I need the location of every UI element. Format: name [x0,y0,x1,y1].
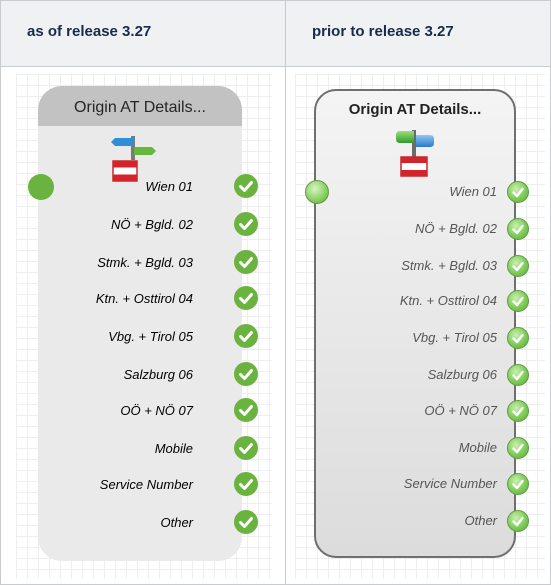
check-icon[interactable] [507,181,529,203]
check-icon[interactable] [234,398,258,422]
signpost-flag-icon [111,136,156,182]
check-icon[interactable] [234,472,258,496]
output-label: NÖ + Bgld. 02 [414,221,497,236]
input-port[interactable] [305,180,329,204]
check-icon[interactable] [507,437,529,459]
node-title: Origin AT Details... [348,101,482,118]
output-label: Wien 01 [145,179,193,194]
check-icon[interactable] [507,364,529,386]
input-port[interactable] [28,174,54,200]
check-icon[interactable] [507,400,529,422]
output-label: Ktn. + Osttirol 04 [95,291,193,306]
output-label: Vbg. + Tirol 05 [412,330,497,345]
output-label: Stmk. + Bgld. 03 [401,258,497,273]
check-icon[interactable] [507,473,529,495]
node-title: Origin AT Details... [38,86,242,126]
output-label: Mobile [458,440,497,455]
output-label: NÖ + Bgld. 02 [110,217,193,232]
output-label: Mobile [154,441,193,456]
node-old[interactable]: Origin AT Details... Wien 01 NÖ + Bgld. … [314,89,516,558]
check-icon[interactable] [234,212,258,236]
check-icon[interactable] [234,286,258,310]
output-label: OÖ + NÖ 07 [120,403,193,418]
output-label: Other [464,513,497,528]
column-header-new-label: as of release 3.27 [27,23,152,40]
check-icon[interactable] [507,218,529,240]
check-icon[interactable] [234,174,258,198]
column-header-new: as of release 3.27 [0,0,286,67]
output-label: OÖ + NÖ 07 [424,403,497,418]
output-label: Ktn. + Osttirol 04 [399,293,497,308]
check-icon[interactable] [234,250,258,274]
check-icon[interactable] [234,362,258,386]
output-label: Salzburg 06 [427,367,497,382]
output-label: Service Number [403,476,497,491]
output-label: Salzburg 06 [123,367,193,382]
check-icon[interactable] [507,510,529,532]
check-icon[interactable] [234,324,258,348]
output-label: Service Number [99,477,193,492]
output-label: Stmk. + Bgld. 03 [97,255,193,270]
node-new[interactable]: Origin AT Details... Wien 01 NÖ + Bgld. … [38,86,242,561]
column-header-old: prior to release 3.27 [285,0,551,67]
output-label: Other [160,515,193,530]
output-label: Wien 01 [449,184,497,199]
check-icon[interactable] [507,255,529,277]
check-icon[interactable] [234,436,258,460]
signpost-flag-icon [396,130,434,177]
check-icon[interactable] [234,510,258,534]
check-icon[interactable] [507,290,529,312]
output-label: Vbg. + Tirol 05 [108,329,193,344]
check-icon[interactable] [507,327,529,349]
column-header-old-label: prior to release 3.27 [312,23,454,40]
